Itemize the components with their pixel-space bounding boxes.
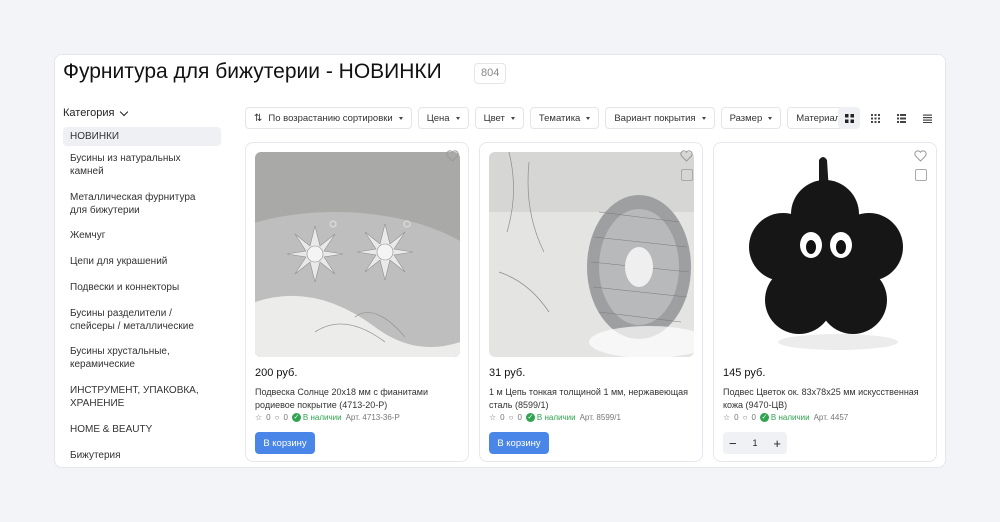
heart-icon[interactable] bbox=[914, 150, 927, 162]
comment-icon: ○ bbox=[742, 413, 748, 422]
grid-small-icon bbox=[870, 113, 880, 123]
product-name[interactable]: 1 м Цепь тонкая толщиной 1 мм, нержавеющ… bbox=[489, 386, 699, 412]
compare-icon[interactable] bbox=[681, 169, 693, 181]
sidebar-item-pearls[interactable]: Жемчуг bbox=[63, 229, 221, 242]
add-to-cart-button[interactable]: В корзину bbox=[489, 432, 549, 454]
product-price: 200 руб. bbox=[255, 367, 298, 379]
sidebar-item-jewelry[interactable]: Бижутерия bbox=[63, 449, 221, 462]
filter-bar: ⇅ По возрастанию сортировки Цена Цвет Те… bbox=[245, 107, 860, 129]
sidebar-item-stone-beads[interactable]: Бусины из натуральных камней bbox=[63, 152, 221, 178]
compact-list-icon bbox=[922, 114, 932, 123]
sidebar-item-tools[interactable]: ИНСТРУМЕНТ, УПАКОВКА, ХРАНЕНИЕ bbox=[63, 384, 221, 410]
view-switcher bbox=[838, 107, 938, 129]
category-dropdown[interactable]: Категория bbox=[63, 107, 129, 119]
comment-icon: ○ bbox=[508, 413, 514, 422]
product-price: 145 руб. bbox=[723, 367, 766, 379]
add-to-cart-button[interactable]: В корзину bbox=[255, 432, 315, 454]
grid-large-icon bbox=[844, 113, 854, 123]
product-sku: Арт. 4713-36-Р bbox=[345, 413, 400, 422]
product-card[interactable]: 200 руб. Подвеска Солнце 20х18 мм с фиан… bbox=[245, 142, 469, 462]
sidebar-item-pendants[interactable]: Подвески и коннекторы bbox=[63, 281, 221, 294]
caret-down-icon bbox=[455, 116, 460, 120]
filter-theme[interactable]: Тематика bbox=[529, 107, 600, 129]
compact-list-view-button[interactable] bbox=[916, 107, 938, 129]
product-meta: ☆ 0 ○ 0 ✓ В наличии Арт. 4713-36-Р bbox=[255, 413, 400, 422]
caret-down-icon bbox=[398, 116, 403, 120]
product-image[interactable] bbox=[255, 152, 460, 357]
sidebar-item-novelties[interactable]: НОВИНКИ bbox=[63, 127, 221, 146]
heart-icon[interactable] bbox=[446, 150, 459, 162]
plus-icon[interactable]: + bbox=[773, 437, 781, 450]
product-name[interactable]: Подвеска Солнце 20х18 мм с фианитами род… bbox=[255, 386, 465, 412]
quantity-stepper: − 1 + bbox=[723, 432, 787, 454]
sidebar-item-chains[interactable]: Цепи для украшений bbox=[63, 255, 221, 268]
sidebar-item-metal-findings[interactable]: Металлическая фурнитура для бижутерии bbox=[63, 191, 221, 217]
caret-down-icon bbox=[701, 116, 706, 120]
chevron-down-icon bbox=[120, 107, 129, 116]
filter-color[interactable]: Цвет bbox=[474, 107, 524, 129]
page-title: Фурнитура для бижутерии - НОВИНКИ bbox=[63, 60, 442, 83]
product-name[interactable]: Подвес Цветок ок. 83х78х25 мм искусствен… bbox=[723, 386, 933, 412]
product-sku: Арт. 4457 bbox=[813, 413, 849, 422]
caret-down-icon bbox=[586, 116, 591, 120]
catalog-panel: Фурнитура для бижутерии - НОВИНКИ 804 Ка… bbox=[54, 54, 946, 468]
quantity-value[interactable]: 1 bbox=[752, 438, 757, 448]
product-card[interactable]: 31 руб. 1 м Цепь тонкая толщиной 1 мм, н… bbox=[479, 142, 703, 462]
category-label: Категория bbox=[63, 107, 115, 119]
caret-down-icon bbox=[510, 116, 515, 120]
star-icon: ☆ bbox=[723, 413, 731, 422]
compare-icon[interactable] bbox=[447, 169, 459, 181]
product-card[interactable]: 145 руб. Подвес Цветок ок. 83х78х25 мм и… bbox=[713, 142, 937, 462]
filter-price[interactable]: Цена bbox=[417, 107, 469, 129]
product-meta: ☆ 0 ○ 0 ✓ В наличии Арт. 4457 bbox=[723, 413, 849, 422]
category-list: НОВИНКИ Бусины из натуральных камней Мет… bbox=[63, 127, 221, 462]
caret-down-icon bbox=[768, 116, 773, 120]
product-price: 31 руб. bbox=[489, 367, 526, 379]
sort-dropdown[interactable]: ⇅ По возрастанию сортировки bbox=[245, 107, 412, 129]
product-image[interactable] bbox=[723, 152, 928, 357]
comment-icon: ○ bbox=[274, 413, 280, 422]
sidebar-item-home-beauty[interactable]: HOME & BEAUTY bbox=[63, 423, 221, 436]
product-sku: Арт. 8599/1 bbox=[579, 413, 621, 422]
filter-coating[interactable]: Вариант покрытия bbox=[605, 107, 715, 129]
grid-small-view-button[interactable] bbox=[864, 107, 886, 129]
heart-icon[interactable] bbox=[680, 150, 693, 162]
minus-icon[interactable]: − bbox=[729, 437, 737, 450]
check-icon: ✓ bbox=[525, 413, 535, 422]
sidebar-item-crystal-beads[interactable]: Бусины хрустальные, керамические bbox=[63, 345, 221, 371]
sidebar-item-spacers[interactable]: Бусины разделители / спейсеры / металлич… bbox=[63, 307, 221, 333]
product-meta: ☆ 0 ○ 0 ✓ В наличии Арт. 8599/1 bbox=[489, 413, 621, 422]
sort-icon: ⇅ bbox=[254, 112, 263, 124]
list-icon bbox=[896, 113, 906, 123]
list-view-button[interactable] bbox=[890, 107, 912, 129]
compare-icon[interactable] bbox=[915, 169, 927, 181]
grid-large-view-button[interactable] bbox=[838, 107, 860, 129]
filter-size[interactable]: Размер bbox=[720, 107, 782, 129]
product-image[interactable] bbox=[489, 152, 694, 357]
star-icon: ☆ bbox=[489, 413, 497, 422]
check-icon: ✓ bbox=[291, 413, 301, 422]
check-icon: ✓ bbox=[759, 413, 769, 422]
star-icon: ☆ bbox=[255, 413, 263, 422]
product-count-badge: 804 bbox=[474, 63, 507, 84]
